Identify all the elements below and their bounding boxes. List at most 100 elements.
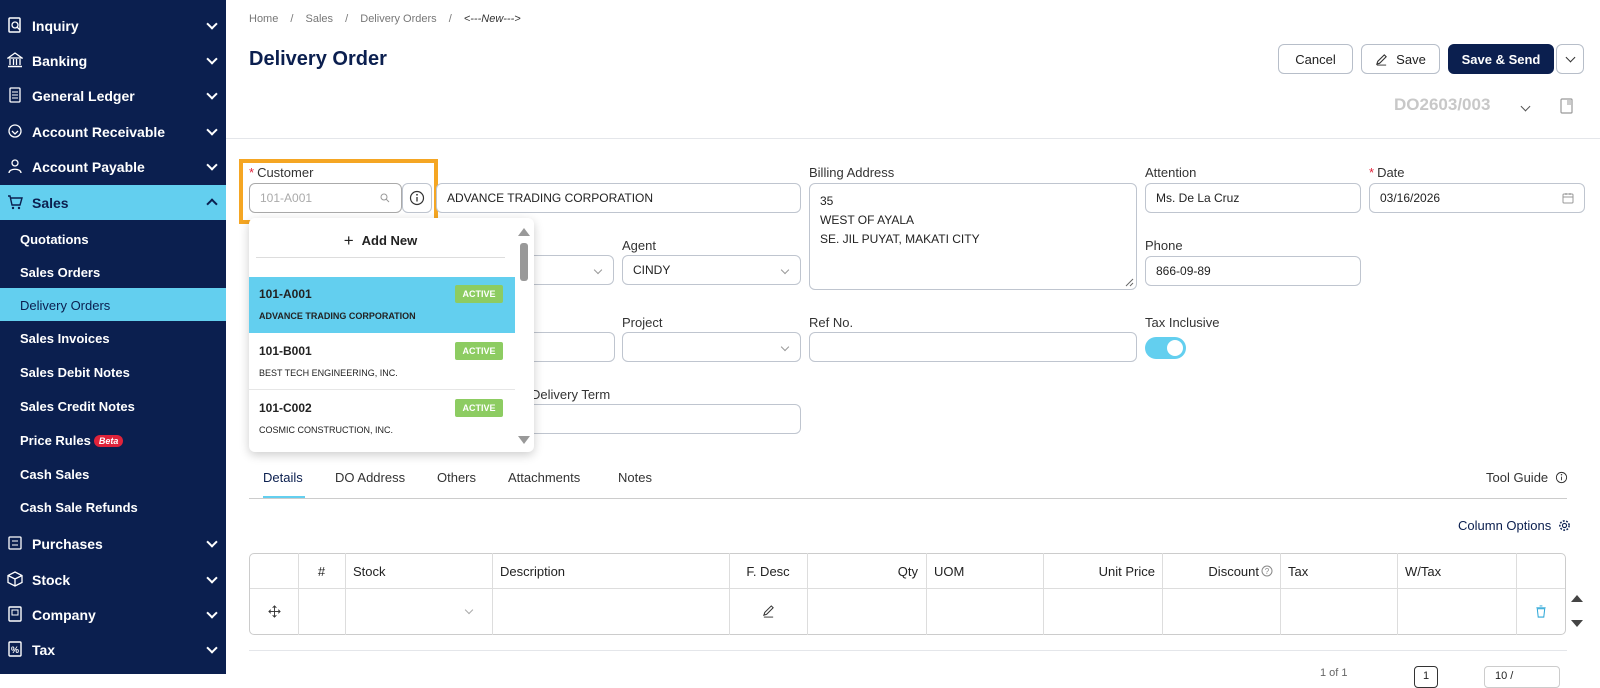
help-icon: ? — [1261, 565, 1273, 577]
sidebar-sub-delivery-orders[interactable]: Delivery Orders — [0, 288, 226, 321]
dropdown-scrollbar[interactable] — [517, 226, 531, 446]
delivery-term-label: Delivery Term — [531, 387, 611, 402]
save-send-button[interactable]: Save & Send — [1448, 44, 1554, 74]
info-icon — [1556, 471, 1568, 484]
document-number: DO2603/003 — [1394, 95, 1491, 114]
tab-attachments[interactable]: Attachments — [508, 470, 580, 485]
sidebar-item-label: Sales — [32, 195, 69, 211]
table-bottom-divider — [249, 650, 1567, 651]
sidebar-item-inquiry[interactable]: Inquiry — [0, 8, 226, 42]
tab-others[interactable]: Others — [437, 470, 476, 485]
sidebar-sub-label: Cash Sales — [20, 467, 90, 482]
pagination-text: 1 of 1 — [1320, 667, 1348, 679]
breadcrumb: Home / Sales / Delivery Orders / <---New… — [249, 13, 521, 25]
sidebar-item-label: Tax — [32, 642, 56, 658]
phone-input[interactable]: 866-09-89 — [1145, 256, 1361, 286]
customer-info-button[interactable] — [402, 183, 432, 213]
hidden-select-field[interactable] — [520, 255, 614, 285]
project-label: Project — [622, 315, 663, 330]
document-icon[interactable] — [1560, 98, 1573, 114]
sidebar-sub-cash-sales[interactable]: Cash Sales — [0, 457, 226, 490]
ref-no-input[interactable] — [809, 332, 1137, 362]
phone-label: Phone — [1145, 238, 1183, 253]
date-label: * Date — [1369, 165, 1405, 180]
column-options-label: Column Options — [1458, 518, 1552, 533]
sidebar-item-banking[interactable]: Banking — [0, 43, 226, 77]
dropdown-option[interactable]: 101-A001 ADVANCE TRADING CORPORATION ACT… — [249, 277, 515, 333]
tab-notes[interactable]: Notes — [618, 470, 652, 485]
delivery-term-input[interactable] — [520, 404, 801, 434]
attention-input[interactable]: Ms. De La Cruz — [1145, 183, 1361, 213]
project-select[interactable] — [622, 332, 801, 362]
page-size-select[interactable]: 10 / — [1484, 666, 1560, 688]
tab-details[interactable]: Details — [263, 470, 303, 485]
sidebar-sub-sales-debit-notes[interactable]: Sales Debit Notes — [0, 355, 226, 388]
customer-name-field[interactable]: ADVANCE TRADING CORPORATION — [436, 183, 801, 213]
edit-description-icon[interactable] — [762, 605, 775, 618]
sidebar-item-label: Company — [32, 607, 96, 623]
sidebar-item-sales[interactable]: Sales — [0, 185, 226, 220]
calendar-icon[interactable] — [1562, 192, 1574, 204]
hidden-input-field[interactable] — [520, 332, 615, 362]
chevron-down-icon — [780, 342, 790, 352]
status-badge: ACTIVE — [455, 399, 503, 417]
table-scroll-arrows[interactable] — [1570, 594, 1584, 628]
sidebar-sub-sales-orders[interactable]: Sales Orders — [0, 255, 226, 288]
tool-guide-button[interactable]: Tool Guide — [1486, 470, 1568, 485]
sidebar-sub-label: Cash Sale Refunds — [20, 500, 138, 515]
sidebar-item-purchases[interactable]: Purchases — [0, 526, 226, 560]
option-code: 101-C002 — [259, 401, 312, 415]
column-options-button[interactable]: Column Options — [1458, 518, 1571, 533]
date-input[interactable]: 03/16/2026 — [1369, 183, 1585, 213]
sidebar-sub-price-rules[interactable]: Price Rules Beta — [0, 423, 226, 456]
resize-handle-icon[interactable] — [1125, 278, 1134, 287]
add-new-label: Add New — [361, 233, 418, 248]
dropdown-option[interactable]: 101-B001 BEST TECH ENGINEERING, INC. ACT… — [249, 334, 515, 390]
billing-address-textarea[interactable]: 35 WEST OF AYALA SE. JIL PUYAT, MAKATI C… — [809, 183, 1137, 290]
breadcrumb-home[interactable]: Home — [249, 13, 278, 25]
agent-select[interactable]: CINDY — [622, 255, 801, 285]
discount-label: Discount — [1208, 563, 1259, 579]
sidebar-item-general-ledger[interactable]: General Ledger — [0, 78, 226, 112]
add-new-button[interactable]: + Add New — [256, 224, 505, 258]
ref-no-label: Ref No. — [809, 315, 854, 330]
payable-icon — [8, 159, 22, 174]
price-rules-label: Price Rules — [20, 433, 91, 448]
sidebar-item-account-payable[interactable]: Account Payable — [0, 149, 226, 183]
column-divider — [926, 553, 927, 635]
sidebar-item-stock[interactable]: Stock — [0, 562, 226, 596]
tab-do-address[interactable]: DO Address — [335, 470, 405, 485]
more-options-button[interactable] — [1556, 44, 1584, 74]
save-button[interactable]: Save — [1361, 44, 1440, 74]
sidebar-sub-label: Sales Debit Notes — [20, 365, 130, 380]
sidebar-item-company[interactable]: Company — [0, 597, 226, 631]
sidebar-sub-quotations[interactable]: Quotations — [0, 222, 226, 255]
sidebar-sub-cash-sale-refunds[interactable]: Cash Sale Refunds — [0, 490, 226, 523]
doc-number-chevron-icon[interactable] — [1520, 101, 1531, 112]
page-title: Delivery Order — [249, 48, 387, 70]
billing-line: WEST OF AYALA — [820, 213, 915, 227]
dropdown-option[interactable]: 101-C002 COSMIC CONSTRUCTION, INC. ACTIV… — [249, 391, 515, 447]
breadcrumb-delivery-orders[interactable]: Delivery Orders — [360, 13, 436, 25]
delete-icon[interactable] — [1535, 605, 1547, 618]
save-label: Save — [1396, 51, 1426, 67]
cancel-button[interactable]: Cancel — [1278, 44, 1353, 74]
box-icon — [7, 571, 23, 587]
sidebar-item-tax[interactable]: % Tax — [0, 632, 226, 666]
agent-label: Agent — [622, 238, 656, 253]
company-icon — [8, 606, 22, 622]
chevron-up-icon — [206, 198, 218, 210]
sidebar-sub-sales-invoices[interactable]: Sales Invoices — [0, 321, 226, 354]
breadcrumb-sales[interactable]: Sales — [306, 13, 334, 25]
drag-handle-icon[interactable] — [268, 605, 281, 618]
sidebar-sub-label: Sales Orders — [20, 265, 101, 280]
pagination-current-page[interactable]: 1 — [1414, 666, 1438, 688]
sidebar-item-label: General Ledger — [32, 88, 135, 104]
tax-inclusive-toggle[interactable] — [1145, 337, 1186, 359]
sidebar-item-account-receivable[interactable]: Account Receivable — [0, 114, 226, 148]
cart-icon — [8, 195, 23, 210]
sidebar-sub-sales-credit-notes[interactable]: Sales Credit Notes — [0, 389, 226, 422]
inquiry-icon — [8, 17, 21, 33]
sidebar-sub-label: Sales Invoices — [20, 331, 110, 346]
sidebar-item-label: Banking — [32, 53, 88, 69]
